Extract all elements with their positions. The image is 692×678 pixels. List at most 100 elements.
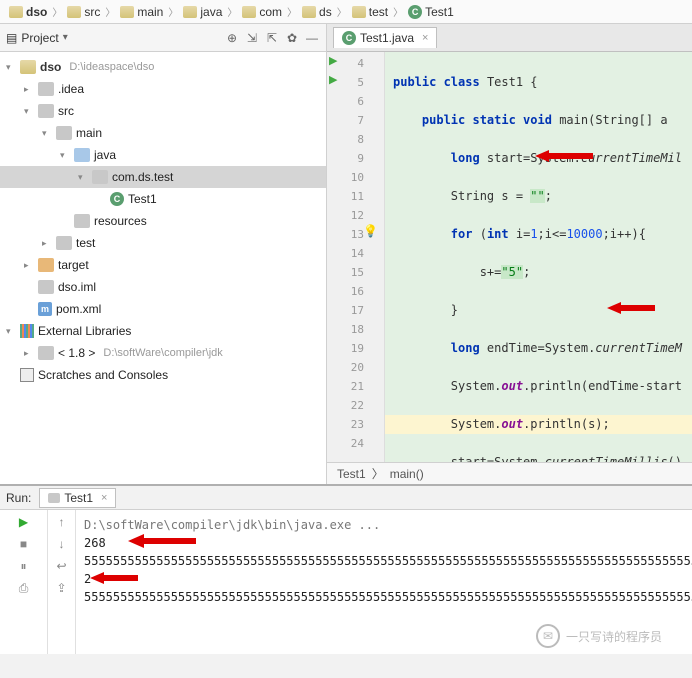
jdk-icon <box>38 346 54 360</box>
folder-icon <box>56 126 72 140</box>
gear-icon[interactable]: ✿ <box>284 30 300 46</box>
chevron-right-icon: 〉 <box>337 4 347 19</box>
class-icon: C <box>408 5 422 19</box>
dump-icon[interactable]: ⎙ <box>16 580 32 596</box>
crumb-java[interactable]: java <box>180 4 225 20</box>
run-toolbar: ▶ ■ ⏸ ⎙ <box>0 510 48 654</box>
folder-icon <box>302 6 316 18</box>
collapse-icon[interactable]: ⇱ <box>264 30 280 46</box>
tree-node-iml[interactable]: dso.iml <box>0 276 326 298</box>
line-number: 19 <box>327 339 384 358</box>
run-toolbar-2: ↑ ↓ ↩ ⇪ <box>48 510 76 654</box>
tree-node-src[interactable]: ▾src <box>0 100 326 122</box>
tree-node-package[interactable]: ▾com.ds.test <box>0 166 326 188</box>
crumb-class[interactable]: CTest1 <box>405 4 457 20</box>
crumb-test[interactable]: test <box>349 4 391 20</box>
tree-node-idea[interactable]: ▸.idea <box>0 78 326 100</box>
folder-icon <box>242 6 256 18</box>
module-icon <box>20 60 36 74</box>
console-line: 268 <box>84 534 684 552</box>
console-line: 2 <box>84 570 684 588</box>
close-icon[interactable]: × <box>101 492 107 504</box>
line-number: 23 <box>327 415 384 434</box>
hide-icon[interactable]: — <box>304 30 320 46</box>
crumb-main[interactable]: main <box>117 4 166 20</box>
chevron-right-icon: 〉 <box>372 465 384 482</box>
tree-node-resources[interactable]: resources <box>0 210 326 232</box>
tree-node-target[interactable]: ▸target <box>0 254 326 276</box>
source-folder-icon <box>74 148 90 162</box>
tree-node-jdk[interactable]: ▸< 1.8 >D:\softWare\compiler\jdk <box>0 342 326 364</box>
scratches-icon <box>20 368 34 382</box>
editor-tab-test1[interactable]: C Test1.java × <box>333 27 437 48</box>
iml-icon <box>38 280 54 294</box>
crumb-src[interactable]: src <box>64 4 103 20</box>
wrap-icon[interactable]: ↩ <box>54 558 70 574</box>
line-number: 18 <box>327 320 384 339</box>
line-number: 8 <box>327 130 384 149</box>
down-icon[interactable]: ↓ <box>54 536 70 552</box>
line-number: 10 <box>327 168 384 187</box>
run-label: Run: <box>6 491 31 505</box>
line-number: 11 <box>327 187 384 206</box>
breadcrumb-bar: dso〉 src〉 main〉 java〉 com〉 ds〉 test〉 CTe… <box>0 0 692 24</box>
line-number: 20 <box>327 358 384 377</box>
export-icon[interactable]: ⇪ <box>54 580 70 596</box>
line-number: 22 <box>327 396 384 415</box>
project-tree[interactable]: ▾dsoD:\ideaspace\dso ▸.idea ▾src ▾main ▾… <box>0 52 326 484</box>
pause-icon[interactable]: ⏸ <box>16 558 32 574</box>
run-line-marker[interactable]: ▶ <box>329 54 337 67</box>
line-number: 6 <box>327 92 384 111</box>
package-icon <box>92 170 108 184</box>
chevron-down-icon: ▾ <box>63 32 68 43</box>
crumb-ds[interactable]: ds <box>299 4 335 20</box>
run-tab-test1[interactable]: Test1 × <box>39 488 116 508</box>
folder-icon <box>352 6 366 18</box>
tree-node-test[interactable]: ▸test <box>0 232 326 254</box>
chevron-right-icon: 〉 <box>287 4 297 19</box>
line-number: 14 <box>327 244 384 263</box>
maven-icon: m <box>38 302 52 316</box>
run-line-marker[interactable]: ▶ <box>329 73 337 86</box>
console-line: 5555555555555555555555555555555555555555… <box>84 552 684 570</box>
code-editor[interactable]: public class Test1 { public static void … <box>385 52 692 462</box>
line-number: 21 <box>327 377 384 396</box>
chevron-right-icon: 〉 <box>52 4 62 19</box>
editor-breadcrumb[interactable]: Test1 〉 main() <box>327 462 692 484</box>
editor-crumb-method[interactable]: main() <box>390 467 424 481</box>
run-tab-label: Test1 <box>64 491 93 505</box>
console-output[interactable]: D:\softWare\compiler\jdk\bin\java.exe ..… <box>76 510 692 654</box>
folder-icon <box>120 6 134 18</box>
editor-tabs: C Test1.java × <box>327 24 692 52</box>
intention-bulb-icon[interactable]: 💡 <box>363 224 378 238</box>
up-icon[interactable]: ↑ <box>54 514 70 530</box>
tree-node-external-libs[interactable]: ▾External Libraries <box>0 320 326 342</box>
target-icon[interactable]: ⊕ <box>224 30 240 46</box>
editor-crumb-class[interactable]: Test1 <box>337 467 366 481</box>
project-title[interactable]: ▤Project▾ <box>6 31 68 45</box>
folder-icon <box>38 82 54 96</box>
class-icon: C <box>110 192 124 206</box>
tree-node-java[interactable]: ▾java <box>0 144 326 166</box>
crumb-dso[interactable]: dso <box>6 4 50 20</box>
line-number: 17 <box>327 301 384 320</box>
close-icon[interactable]: × <box>422 32 428 44</box>
editor-body: ▶ ▶ 💡 4 5 6 7 8 9 10 11 12 13 14 15 16 1… <box>327 52 692 462</box>
chevron-right-icon: 〉 <box>105 4 115 19</box>
tree-node-root[interactable]: ▾dsoD:\ideaspace\dso <box>0 56 326 78</box>
crumb-com[interactable]: com <box>239 4 285 20</box>
chevron-right-icon: 〉 <box>227 4 237 19</box>
expand-icon[interactable]: ⇲ <box>244 30 260 46</box>
project-toolbar: ▤Project▾ ⊕ ⇲ ⇱ ✿ — <box>0 24 326 52</box>
folder-icon <box>67 6 81 18</box>
tree-node-scratches[interactable]: Scratches and Consoles <box>0 364 326 386</box>
tree-node-main[interactable]: ▾main <box>0 122 326 144</box>
stop-icon[interactable]: ■ <box>16 536 32 552</box>
folder-icon <box>56 236 72 250</box>
gutter[interactable]: ▶ ▶ 💡 4 5 6 7 8 9 10 11 12 13 14 15 16 1… <box>327 52 385 462</box>
rerun-icon[interactable]: ▶ <box>16 514 32 530</box>
folder-icon <box>38 104 54 118</box>
line-number: 16 <box>327 282 384 301</box>
tree-node-test1[interactable]: CTest1 <box>0 188 326 210</box>
tree-node-pom[interactable]: mpom.xml <box>0 298 326 320</box>
